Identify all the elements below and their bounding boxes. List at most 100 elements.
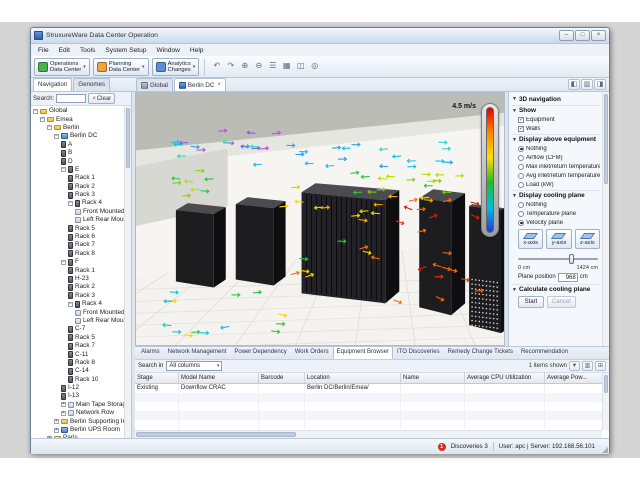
scroll-thumb[interactable] bbox=[136, 432, 296, 437]
tree-item-i-13[interactable]: I-13 bbox=[31, 392, 125, 400]
expander-icon[interactable]: + bbox=[54, 419, 59, 424]
slider-handle[interactable] bbox=[569, 254, 574, 264]
table-horizontal-scrollbar[interactable] bbox=[135, 430, 602, 438]
tree-item-front-mounted[interactable]: Front Mounted bbox=[31, 208, 125, 216]
inspector-scrollbar[interactable] bbox=[602, 92, 609, 346]
planning-perspective-button[interactable]: PlanningData Center▾ bbox=[93, 58, 149, 76]
tree-item-i-12[interactable]: I-12 bbox=[31, 384, 125, 392]
tree-item-berlin-supporting-infrastru[interactable]: +Berlin Supporting Infrastru bbox=[31, 417, 125, 425]
search-input[interactable] bbox=[56, 94, 86, 103]
radio-nothing[interactable]: Nothing bbox=[512, 144, 600, 153]
table-row[interactable]: ExistingDownflow CRACBerlin DC/Berlin/Em… bbox=[135, 384, 602, 393]
export-icon[interactable]: ⊞ bbox=[595, 361, 606, 371]
tree-item-c-7[interactable]: C-7 bbox=[31, 325, 125, 333]
plane-position-input[interactable]: 968 bbox=[558, 273, 578, 282]
tree-item-c-14[interactable]: C-14 bbox=[31, 367, 125, 375]
maximize-button[interactable]: □ bbox=[575, 30, 590, 41]
tree-item-rack-8[interactable]: Rack 8 bbox=[31, 359, 125, 367]
layers-icon[interactable]: ☰ bbox=[266, 60, 279, 73]
resize-grip[interactable]: ◢ bbox=[602, 445, 608, 454]
tree-item-rack-6[interactable]: Rack 6 bbox=[31, 233, 125, 241]
bottom-tab-power-dependency[interactable]: Power Dependency bbox=[230, 347, 290, 359]
menu-window[interactable]: Window bbox=[151, 47, 184, 54]
close-button[interactable]: × bbox=[591, 30, 606, 41]
plane-position-slider[interactable] bbox=[518, 253, 598, 265]
radio-avg-inlet-return-temperature[interactable]: Avg inlet/return temperature bbox=[512, 171, 600, 180]
menu-tools[interactable]: Tools bbox=[75, 47, 100, 54]
analytics-perspective-button[interactable]: AnalyticsChanges▾ bbox=[152, 58, 200, 76]
alert-badge[interactable]: 1 bbox=[438, 443, 446, 451]
redo-icon[interactable]: ↷ bbox=[224, 60, 237, 73]
tree-item-rack-5[interactable]: Rack 5 bbox=[31, 334, 125, 342]
radio-airflow-cfm[interactable]: Airflow (CFM) bbox=[512, 153, 600, 162]
x-axis-button[interactable]: x-axis bbox=[518, 229, 543, 249]
cancel-button[interactable]: Cancel bbox=[547, 296, 576, 308]
tree-item-d[interactable]: D bbox=[31, 157, 125, 165]
maximize-panel-icon[interactable]: ◨ bbox=[594, 79, 606, 90]
radio-temperature-plane[interactable]: Temperature plane bbox=[512, 209, 600, 218]
column-header-location[interactable]: Location bbox=[305, 373, 401, 383]
tree-item-berlin-ups-room[interactable]: +Berlin UPS Room bbox=[31, 426, 125, 434]
expander-icon[interactable]: − bbox=[61, 260, 66, 265]
tree-item-h-23[interactable]: H-23 bbox=[31, 275, 125, 283]
expander-icon[interactable]: − bbox=[54, 134, 59, 139]
bottom-tab-equipment-browser[interactable]: Equipment Browser bbox=[333, 347, 393, 359]
panel-3d-navigation-header[interactable]: ▼ 3D navigation bbox=[512, 94, 600, 104]
bottom-tab-ito-discoveries[interactable]: ITO Discoveries bbox=[393, 347, 444, 359]
expander-icon[interactable]: − bbox=[33, 109, 38, 114]
split-panel-icon[interactable]: ▥ bbox=[581, 79, 593, 90]
tree-item-a[interactable]: A bbox=[31, 141, 125, 149]
section-calculate-header[interactable]: ▼ Calculate cooling plane bbox=[512, 284, 600, 294]
radio-velocity-plane[interactable]: Velocity plane bbox=[512, 218, 600, 227]
tree-item-emea[interactable]: −Emea bbox=[31, 115, 125, 123]
zoom-in-icon[interactable]: ⊕ bbox=[238, 60, 251, 73]
radio-max-inlet-return-temperature[interactable]: Max inlet/return temperature bbox=[512, 162, 600, 171]
editor-tab-global[interactable]: Global bbox=[136, 78, 173, 91]
undo-icon[interactable]: ↶ bbox=[210, 60, 223, 73]
bottom-tab-alarms[interactable]: Alarms bbox=[137, 347, 164, 359]
sidebar-tab-navigation[interactable]: Navigation bbox=[33, 78, 72, 91]
slider-track[interactable] bbox=[518, 258, 598, 260]
columns-icon[interactable]: ▥ bbox=[582, 361, 593, 371]
zoom-out-icon[interactable]: ⊖ bbox=[252, 60, 265, 73]
tree-item-rack-4[interactable]: −Rack 4 bbox=[31, 199, 125, 207]
checkbox-walls[interactable]: ✓Walls bbox=[512, 124, 600, 133]
tree-item-rack-7[interactable]: Rack 7 bbox=[31, 241, 125, 249]
start-button[interactable]: Start bbox=[518, 296, 544, 308]
tree-item-b[interactable]: B bbox=[31, 149, 125, 157]
checkbox-equipment[interactable]: ✓Equipment bbox=[512, 115, 600, 124]
tree-item-rack-7[interactable]: Rack 7 bbox=[31, 342, 125, 350]
tree-item-rack-8[interactable]: Rack 8 bbox=[31, 250, 125, 258]
column-header-model-name[interactable]: Model Name bbox=[179, 373, 259, 383]
expander-icon[interactable]: − bbox=[47, 125, 52, 130]
tree-item-global[interactable]: −Global bbox=[31, 107, 125, 115]
tree-item-rack-4[interactable]: −Rack 4 bbox=[31, 300, 125, 308]
radio-nothing[interactable]: Nothing bbox=[512, 200, 600, 209]
tree-item-rack-2[interactable]: Rack 2 bbox=[31, 183, 125, 191]
operations-perspective-button[interactable]: OperationsData Center▾ bbox=[34, 58, 90, 76]
column-header-stage[interactable]: Stage bbox=[135, 373, 179, 383]
close-icon[interactable]: × bbox=[217, 82, 221, 88]
tree-item-rack-10[interactable]: Rack 10 bbox=[31, 376, 125, 384]
tree-item-front-mounted[interactable]: Front Mounted bbox=[31, 308, 125, 316]
bottom-tab-work-orders[interactable]: Work Orders bbox=[291, 347, 333, 359]
bottom-tab-recommendation[interactable]: Recommendation bbox=[517, 347, 572, 359]
minimize-button[interactable]: – bbox=[559, 30, 574, 41]
column-filter-select[interactable]: All columns ▾ bbox=[166, 361, 222, 371]
grid-view-icon[interactable]: ▦ bbox=[280, 60, 293, 73]
column-header-average-pow[interactable]: Average Pow... bbox=[545, 373, 602, 383]
section-show-header[interactable]: ▼ Show bbox=[512, 105, 600, 115]
scroll-thumb[interactable] bbox=[604, 375, 608, 393]
capture-icon[interactable]: ◎ bbox=[308, 60, 321, 73]
title-bar[interactable]: StruxureWare Data Center Operation – □ × bbox=[31, 28, 609, 44]
tree-item-network-row[interactable]: +Network Row bbox=[31, 409, 125, 417]
tree-item-left-rear-moun[interactable]: Left Rear Moun bbox=[31, 216, 125, 224]
sidebar-scrollbar[interactable] bbox=[124, 106, 131, 438]
table-vertical-scrollbar[interactable] bbox=[602, 373, 609, 430]
menu-help[interactable]: Help bbox=[185, 47, 209, 54]
tree-item-berlin[interactable]: −Berlin bbox=[31, 124, 125, 132]
z-axis-button[interactable]: z-axis bbox=[575, 229, 600, 249]
column-header-barcode[interactable]: Barcode bbox=[259, 373, 305, 383]
column-header-name[interactable]: Name bbox=[401, 373, 465, 383]
expander-icon[interactable]: + bbox=[54, 428, 59, 433]
